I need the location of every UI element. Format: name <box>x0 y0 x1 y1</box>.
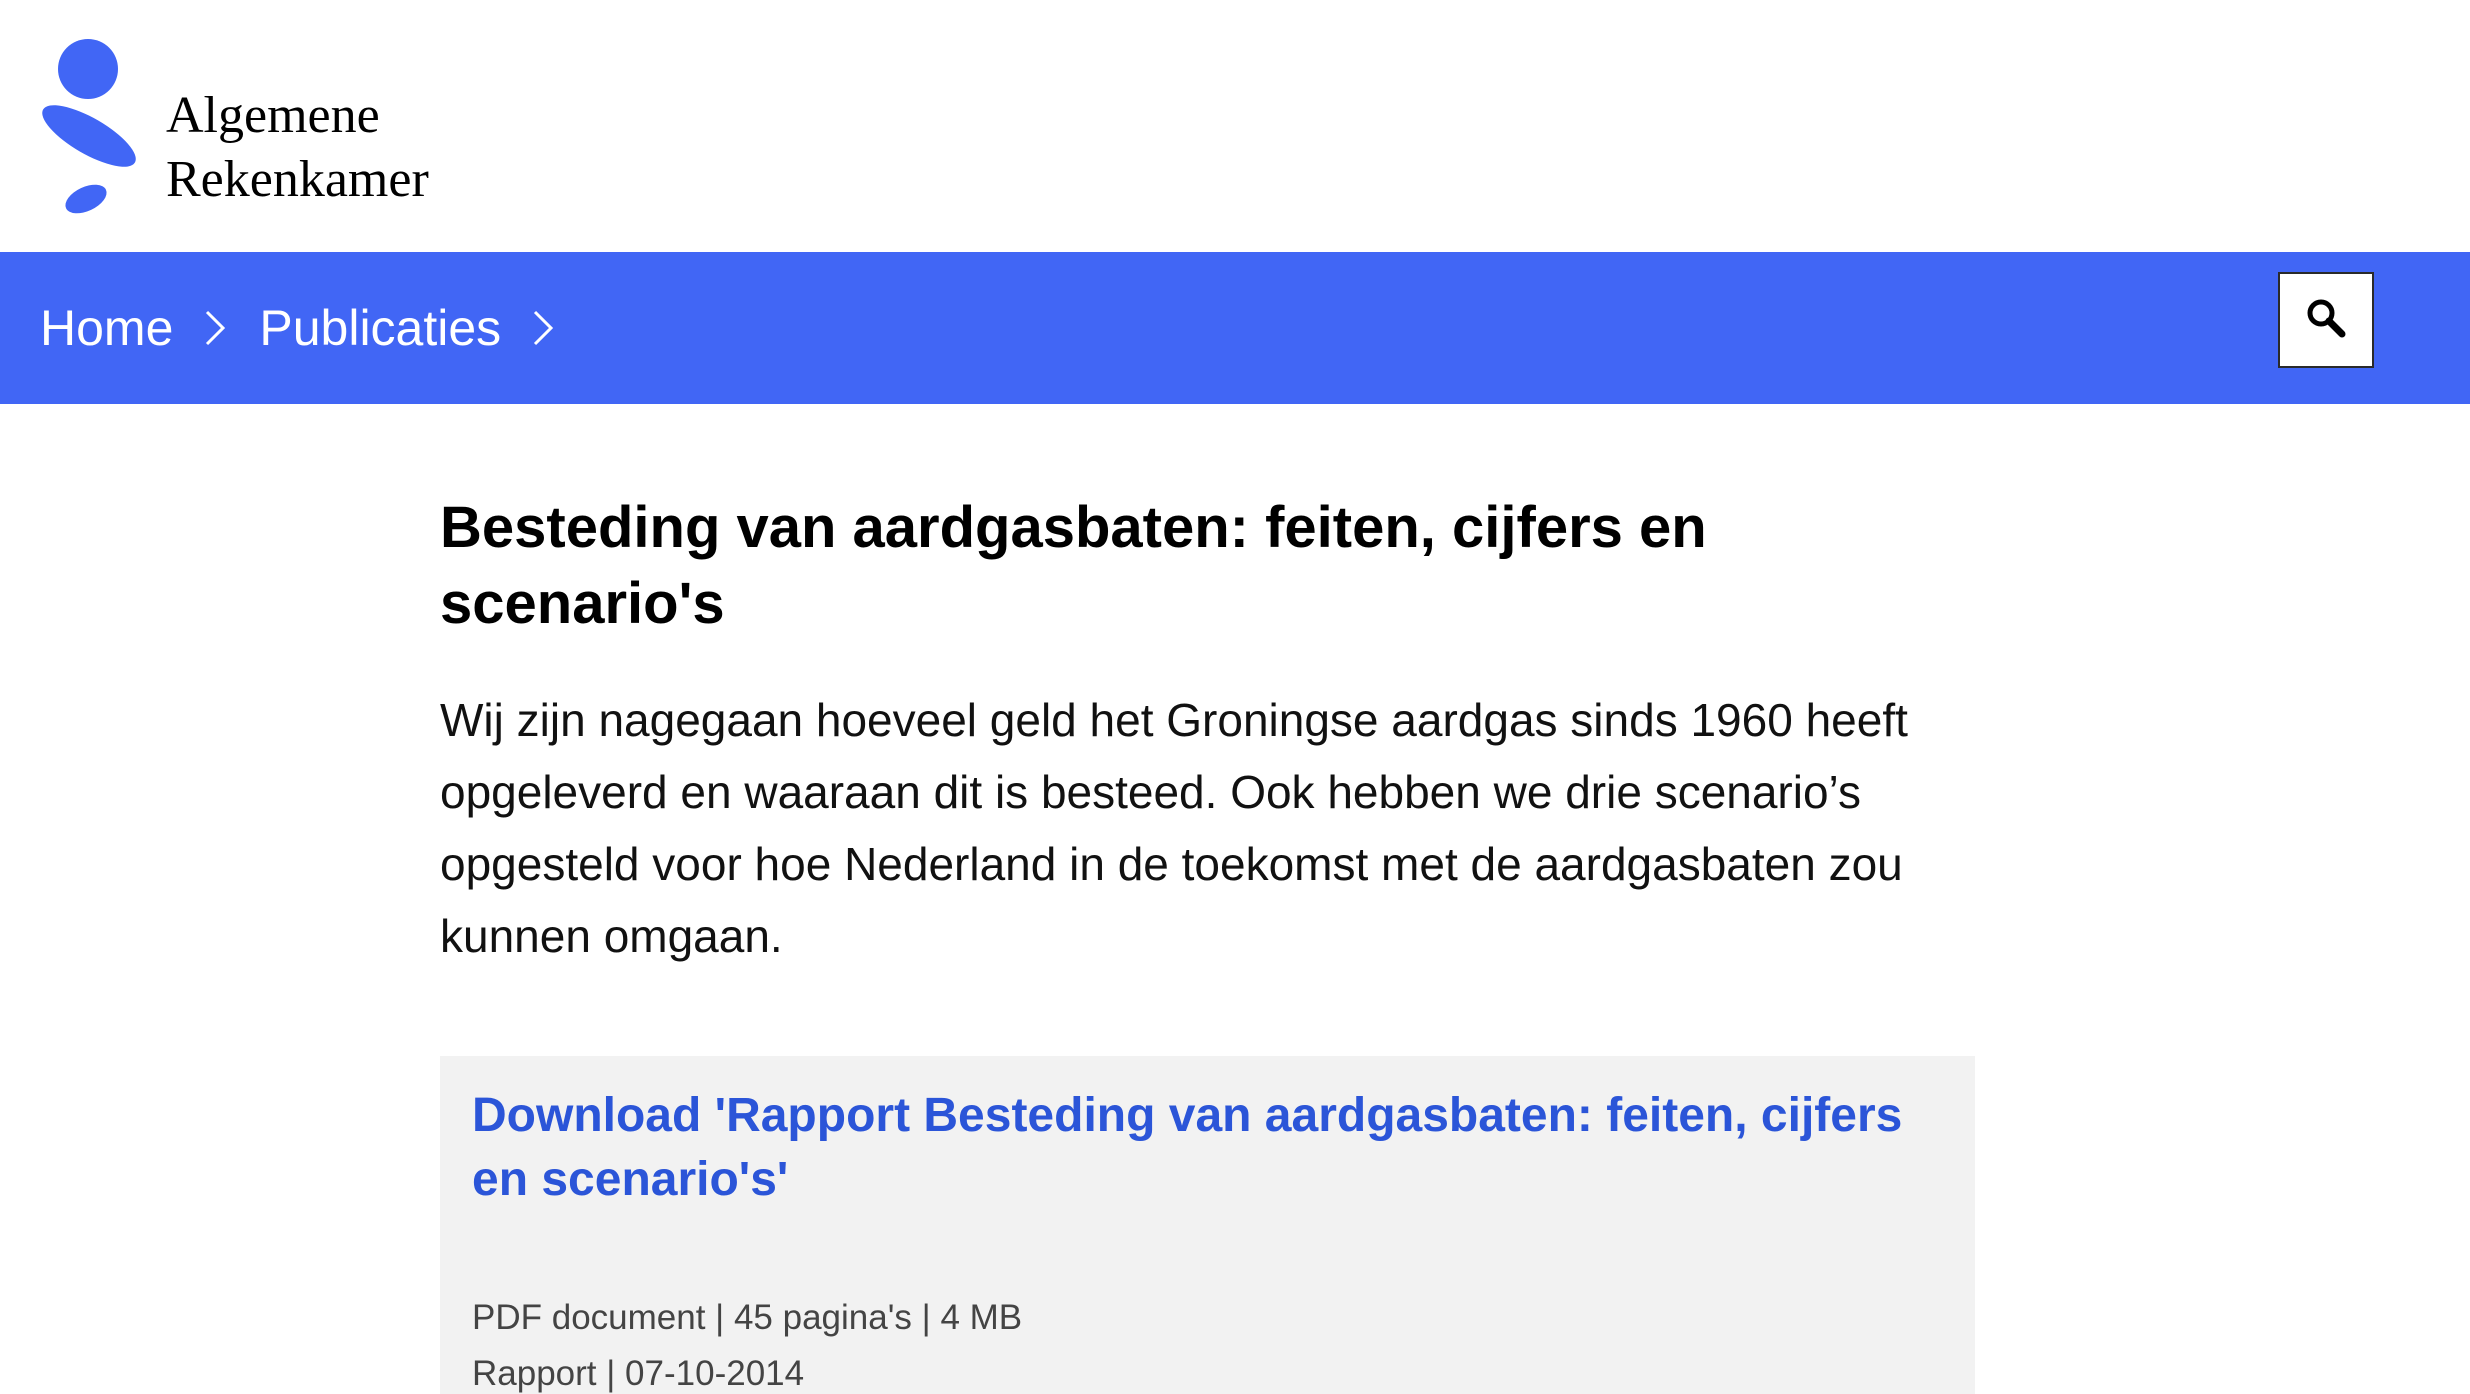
search-icon <box>2304 296 2348 345</box>
logo-line-2: Rekenkamer <box>166 151 429 208</box>
logo-wordmark[interactable]: Algemene Rekenkamer <box>166 84 429 212</box>
download-card: Download 'Rapport Besteding van aardgasb… <box>440 1056 1975 1394</box>
search-button[interactable] <box>2278 272 2374 368</box>
publication-meta: Rapport | 07-10-2014 <box>472 1354 805 1393</box>
page: Algemene Rekenkamer Home Publicaties Bes… <box>0 0 2470 1394</box>
download-link[interactable]: Download 'Rapport Besteding van aardgasb… <box>472 1084 1932 1212</box>
breadcrumb-home[interactable]: Home <box>40 299 173 357</box>
page-title: Besteding van aardgasbaten: feiten, cijf… <box>440 495 1707 636</box>
main-content: Besteding van aardgasbaten: feiten, cijf… <box>440 490 1980 962</box>
logo-line-1: Algemene <box>166 87 380 144</box>
intro-text: Wij zijn nagegaan hoeveel geld het Groni… <box>440 694 1908 962</box>
chevron-right-icon <box>195 306 235 350</box>
logo-icon[interactable] <box>36 36 146 220</box>
breadcrumb-publicaties[interactable]: Publicaties <box>259 299 501 357</box>
chevron-right-icon <box>523 306 563 350</box>
file-meta: PDF document | 45 pagina's | 4 MB <box>472 1298 1023 1337</box>
site-header: Algemene Rekenkamer <box>0 0 2470 252</box>
breadcrumb: Home Publicaties <box>40 252 587 404</box>
breadcrumb-bar: Home Publicaties <box>0 252 2470 404</box>
